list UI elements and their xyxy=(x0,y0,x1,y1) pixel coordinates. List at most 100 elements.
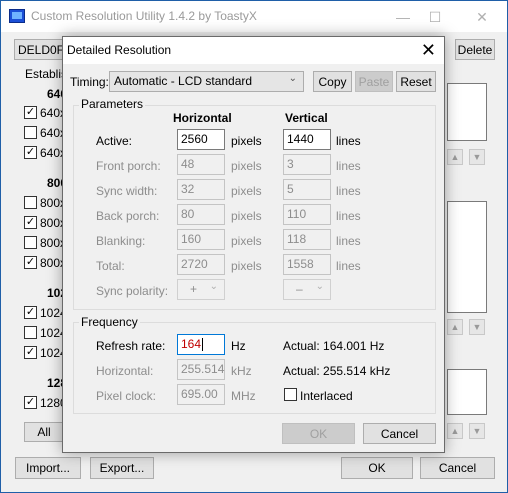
unit-label: pixels xyxy=(231,234,262,248)
h-polarity-value: + xyxy=(190,282,198,296)
pixel-clock-input[interactable]: 695.00 xyxy=(177,384,225,405)
checkbox-800-2[interactable]: ✓ xyxy=(24,216,37,229)
move-down-icon[interactable]: ▼ xyxy=(469,423,485,439)
text-caret xyxy=(202,338,204,352)
unit-label: pixels xyxy=(231,134,262,148)
refresh-rate-value: 164 xyxy=(181,337,202,351)
move-down-icon[interactable]: ▼ xyxy=(469,319,485,335)
checkbox-1024-3[interactable]: ✓ xyxy=(24,346,37,359)
detailed-list[interactable] xyxy=(447,83,487,141)
param-label: Total: xyxy=(96,259,125,273)
export-button[interactable]: Export... xyxy=(90,457,154,479)
h-front-porch-input[interactable]: 48 xyxy=(177,154,225,175)
h-blanking-input[interactable]: 160 xyxy=(177,229,225,250)
v-polarity-select[interactable]: – ⌄ xyxy=(283,279,331,300)
h-back-porch-input[interactable]: 80 xyxy=(177,204,225,225)
close-icon[interactable]: ✕ xyxy=(421,39,436,61)
all-button[interactable]: All xyxy=(24,422,64,442)
move-down-icon[interactable]: ▼ xyxy=(469,149,485,165)
param-label: Front porch: xyxy=(96,159,161,173)
established-label: Establis xyxy=(25,67,68,81)
delete-button[interactable]: Delete xyxy=(455,39,495,60)
checkbox-800-1[interactable] xyxy=(24,196,37,209)
dialog-title: Detailed Resolution xyxy=(67,43,172,57)
extension-list[interactable] xyxy=(447,369,487,415)
frequency-group-label: Frequency xyxy=(79,315,140,329)
h-active-input[interactable]: 2560 xyxy=(177,129,225,150)
main-window-title: Custom Resolution Utility 1.4.2 by Toast… xyxy=(31,9,257,23)
interlaced-label: Interlaced xyxy=(300,389,353,403)
v-active-input[interactable]: 1440 xyxy=(283,129,331,150)
checkbox-800-3[interactable] xyxy=(24,236,37,249)
v-total-input[interactable]: 1558 xyxy=(283,254,331,275)
h-polarity-select[interactable]: + ⌄ xyxy=(177,279,225,300)
timing-label: Timing: xyxy=(70,75,109,89)
unit-label: pixels xyxy=(231,259,262,273)
actual-horizontal: Actual: 255.514 kHz xyxy=(283,364,391,378)
timing-select[interactable]: Automatic - LCD standard ⌄ xyxy=(109,71,304,92)
paste-button[interactable]: Paste xyxy=(355,71,393,92)
unit-label: kHz xyxy=(231,364,252,378)
horizontal-freq-input[interactable]: 255.514 xyxy=(177,359,225,380)
chevron-down-icon: ⌄ xyxy=(209,281,218,292)
h-total-input[interactable]: 2720 xyxy=(177,254,225,275)
v-sync-width-input[interactable]: 5 xyxy=(283,179,331,200)
dialog-title-bar: Detailed Resolution ✕ xyxy=(63,37,444,64)
checkbox-1280-1[interactable]: ✓ xyxy=(24,396,37,409)
v-polarity-value: – xyxy=(296,282,303,296)
refresh-rate-input[interactable]: 164 xyxy=(177,334,225,355)
move-up-icon[interactable]: ▲ xyxy=(447,149,463,165)
horizontal-freq-label: Horizontal: xyxy=(96,364,154,378)
standard-list[interactable] xyxy=(447,201,487,313)
detailed-resolution-dialog: Detailed Resolution ✕ Timing: Automatic … xyxy=(62,36,445,453)
unit-label: lines xyxy=(336,259,361,273)
checkbox-800-4[interactable]: ✓ xyxy=(24,256,37,269)
checkbox-1024-2[interactable] xyxy=(24,326,37,339)
parameters-group-label: Parameters xyxy=(79,97,146,111)
chevron-down-icon: ⌄ xyxy=(315,281,324,292)
monitor-select[interactable]: DELD0F4 xyxy=(14,39,71,60)
param-label: Active: xyxy=(96,134,133,148)
horizontal-header: Horizontal xyxy=(173,111,232,125)
monitor-icon xyxy=(9,9,25,23)
maximize-icon[interactable]: ☐ xyxy=(421,7,449,27)
refresh-rate-label: Refresh rate: xyxy=(96,339,166,353)
interlaced-checkbox[interactable] xyxy=(284,388,297,401)
v-blanking-input[interactable]: 118 xyxy=(283,229,331,250)
dialog-cancel-button[interactable]: Cancel xyxy=(363,423,436,444)
h-sync-width-input[interactable]: 32 xyxy=(177,179,225,200)
import-button[interactable]: Import... xyxy=(15,457,81,479)
copy-button[interactable]: Copy xyxy=(313,71,352,92)
checkbox-1024-1[interactable]: ✓ xyxy=(24,306,37,319)
actual-refresh: Actual: 164.001 Hz xyxy=(283,339,385,353)
move-up-icon[interactable]: ▲ xyxy=(447,319,463,335)
timing-value: Automatic - LCD standard xyxy=(114,74,253,88)
main-cancel-button[interactable]: Cancel xyxy=(420,457,495,479)
unit-label: lines xyxy=(336,209,361,223)
unit-label: lines xyxy=(336,159,361,173)
chevron-down-icon: ⌄ xyxy=(288,73,297,84)
param-label: Sync width: xyxy=(96,184,158,198)
unit-label: lines xyxy=(336,134,361,148)
checkbox-640-2[interactable] xyxy=(24,126,37,139)
param-label: Back porch: xyxy=(96,209,160,223)
unit-label: pixels xyxy=(231,209,262,223)
reset-button[interactable]: Reset xyxy=(396,71,436,92)
v-front-porch-input[interactable]: 3 xyxy=(283,154,331,175)
main-ok-button[interactable]: OK xyxy=(341,457,413,479)
unit-label: MHz xyxy=(231,389,256,403)
minimize-icon[interactable]: — xyxy=(389,7,417,27)
main-title-bar: Custom Resolution Utility 1.4.2 by Toast… xyxy=(1,1,507,32)
param-label: Blanking: xyxy=(96,234,146,248)
close-icon[interactable]: ✕ xyxy=(468,7,496,27)
vertical-header: Vertical xyxy=(285,111,328,125)
checkbox-640-3[interactable]: ✓ xyxy=(24,146,37,159)
dialog-ok-button[interactable]: OK xyxy=(282,423,355,444)
move-up-icon[interactable]: ▲ xyxy=(447,423,463,439)
unit-label: lines xyxy=(336,184,361,198)
unit-label: pixels xyxy=(231,159,262,173)
unit-label: pixels xyxy=(231,184,262,198)
checkbox-640-1[interactable]: ✓ xyxy=(24,106,37,119)
v-back-porch-input[interactable]: 110 xyxy=(283,204,331,225)
unit-label: Hz xyxy=(231,339,246,353)
